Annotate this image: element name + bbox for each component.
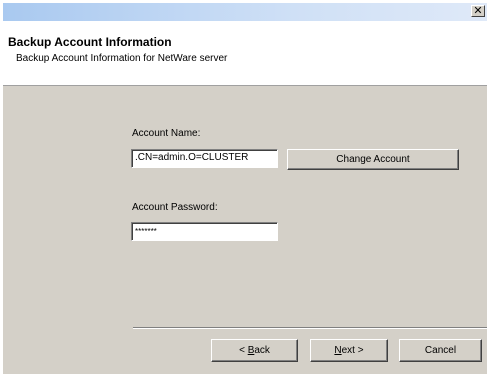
installer-dialog: ✕ Backup Account Information Backup Acco…	[0, 0, 491, 375]
account-password-label: Account Password:	[132, 202, 218, 213]
next-button[interactable]: Next >	[310, 339, 388, 362]
footer-divider	[133, 327, 487, 329]
account-name-label: Account Name:	[132, 128, 201, 139]
account-name-field[interactable]: .CN=admin.O=CLUSTER	[131, 149, 278, 168]
dialog-body: Account Name: .CN=admin.O=CLUSTER Change…	[3, 85, 487, 374]
back-button-rest: ack	[254, 345, 270, 356]
back-button-prefix: <	[239, 345, 248, 356]
back-button-hotkey: B	[247, 345, 255, 356]
account-password-field[interactable]: *******	[131, 222, 278, 241]
page-title: Backup Account Information	[8, 35, 172, 49]
cancel-button[interactable]: Cancel	[399, 339, 482, 362]
back-button[interactable]: < Back	[211, 339, 298, 362]
change-account-button[interactable]: Change Account	[287, 149, 459, 170]
page-subtitle: Backup Account Information for NetWare s…	[16, 53, 228, 64]
next-button-rest: ext >	[341, 345, 364, 356]
close-icon[interactable]: ✕	[473, 6, 482, 17]
next-button-hotkey: N	[334, 345, 342, 356]
dialog-header: Backup Account Information Backup Accoun…	[3, 22, 487, 84]
close-button[interactable]: ✕	[471, 5, 485, 17]
title-bar[interactable]: ✕	[3, 3, 487, 21]
